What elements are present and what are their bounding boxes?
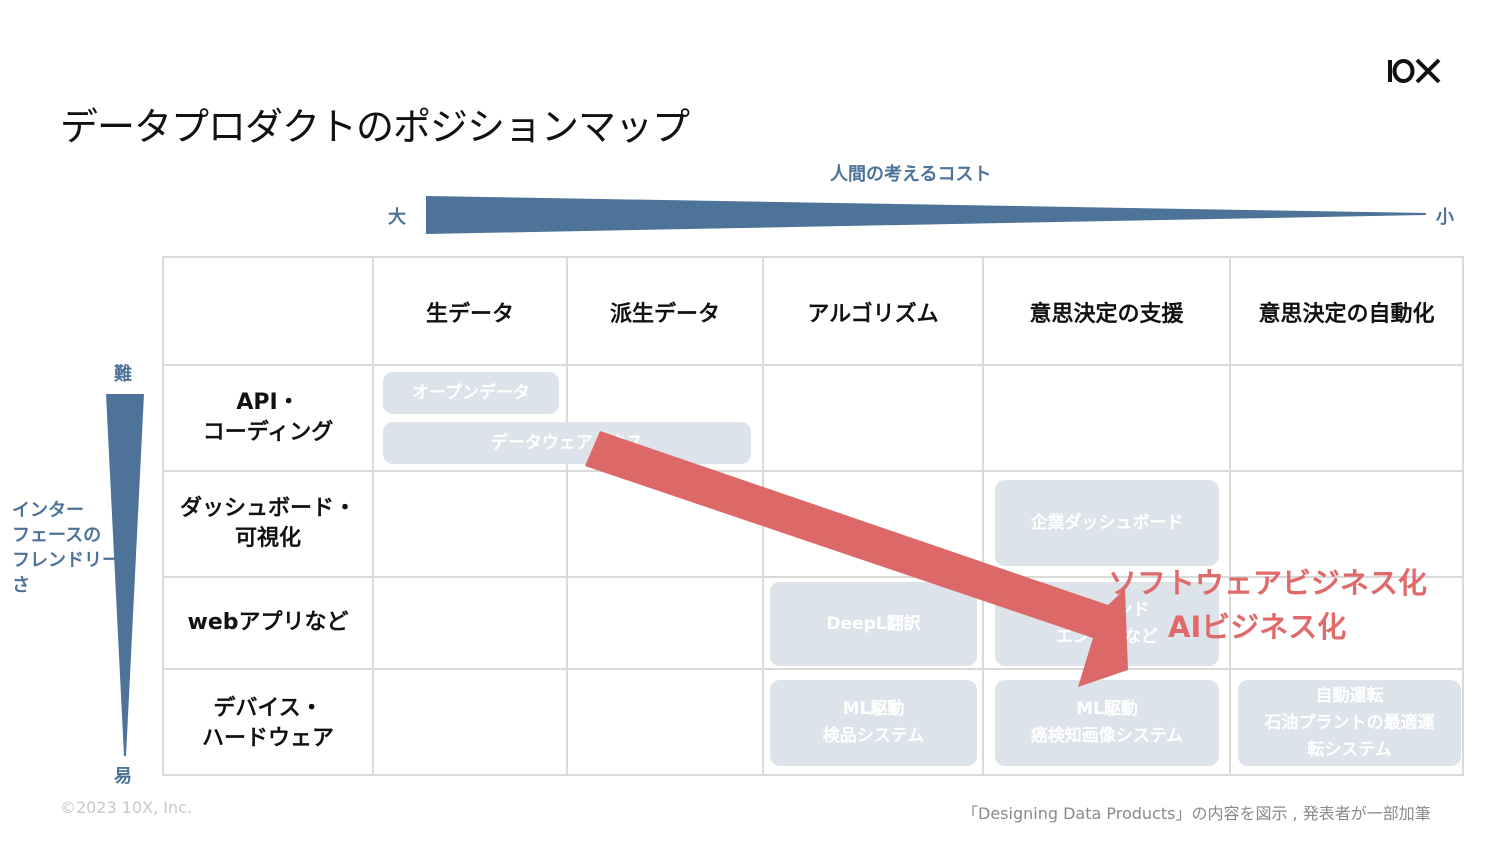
- source-note: 「Designing Data Products」の内容を図示 , 発表者が一部…: [962, 804, 1431, 823]
- column-header-derived-data: 派生データ: [609, 302, 720, 327]
- column-header-algorithm: アルゴリズム: [807, 302, 939, 327]
- ease-axis-label: インター フェースの フレンドリー さ: [12, 500, 120, 596]
- row-header-dashboard: ダッシュボード・ 可視化: [179, 496, 356, 551]
- software-business-label: ソフトウェアビジネス化: [1108, 566, 1428, 600]
- grid-column-divider: [566, 256, 568, 776]
- item-ml-inspection-system: ML駆動 検品システム: [770, 680, 977, 766]
- item-deepl-translation: DeepL翻訳: [770, 582, 977, 666]
- grid-column-divider: [982, 256, 984, 776]
- ease-axis-easy-label: 易: [114, 766, 132, 787]
- grid-column-divider: [1229, 256, 1231, 776]
- item-data-warehouse: データウェアハウス: [383, 422, 751, 464]
- cost-axis-wedge: [426, 196, 1426, 234]
- column-header-raw-data: 生データ: [425, 302, 514, 327]
- page-title: データプロダクトのポジションマップ: [60, 105, 690, 149]
- item-enterprise-dashboard: 企業ダッシュボード: [995, 480, 1219, 566]
- item-ml-cancer-detection-system: ML駆動 癌検知画像システム: [995, 680, 1219, 766]
- cost-axis-label: 人間の考えるコスト: [830, 164, 992, 185]
- copyright-text: ©2023 10X, Inc.: [60, 798, 193, 817]
- row-header-web-app: webアプリなど: [187, 610, 349, 635]
- grid-row-divider: [162, 470, 1464, 472]
- row-header-api: API・ コーディング: [202, 390, 334, 445]
- ai-business-label: AIビジネス化: [1168, 610, 1347, 644]
- grid-row-divider: [162, 668, 1464, 670]
- grid-row-divider: [162, 364, 1464, 366]
- cost-axis-high-label: 大: [388, 207, 406, 228]
- grid-column-divider: [762, 256, 764, 776]
- item-autonomous-systems: 自動運転 石油プラントの最適運 転システム: [1238, 680, 1461, 766]
- column-header-decision-automation: 意思決定の自動化: [1258, 302, 1435, 327]
- cost-axis-low-label: 小: [1436, 207, 1454, 228]
- ease-axis-hard-label: 難: [114, 364, 132, 385]
- column-header-decision-support: 意思決定の支援: [1029, 302, 1184, 327]
- item-open-data: オープンデータ: [383, 372, 559, 414]
- 10x-logo: [1388, 58, 1441, 84]
- grid-column-divider: [372, 256, 374, 776]
- row-header-device: デバイス・ ハードウェア: [201, 696, 334, 751]
